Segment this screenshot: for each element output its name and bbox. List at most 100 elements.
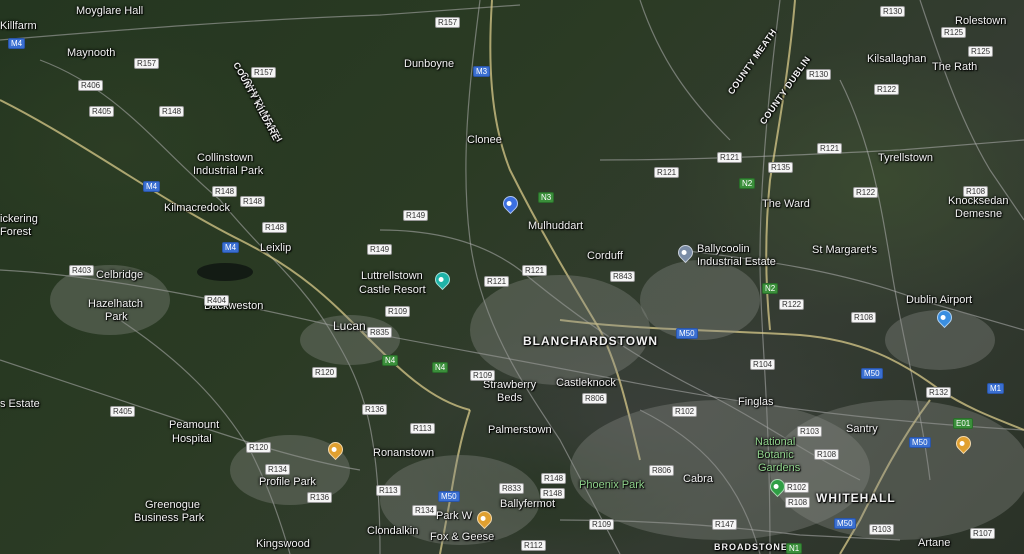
place-label: Kilmacredock — [164, 202, 231, 214]
place-label: Artane — [918, 537, 951, 549]
place-label: The Ward — [762, 198, 810, 210]
place-label: Corduff — [587, 250, 623, 262]
road-shield: N4 — [382, 355, 399, 366]
road-shield: M4 — [222, 242, 240, 253]
road-shield: R108 — [963, 186, 989, 197]
place-label: Rolestown — [955, 15, 1007, 27]
place-label: Peamount — [169, 419, 220, 431]
place-label: Clonee — [467, 134, 502, 146]
place-label: Phoenix Park — [579, 479, 645, 491]
road-shield: N2 — [762, 283, 779, 294]
road-shield: R843 — [610, 271, 636, 282]
road-shield: N4 — [432, 362, 449, 373]
place-label: Park W — [436, 510, 473, 522]
place-label: Dublin Airport — [906, 294, 973, 306]
road-shield: R130 — [806, 69, 832, 80]
place-label: Botanic — [757, 449, 794, 461]
road-shield: R806 — [582, 393, 608, 404]
place-label: Castleknock — [556, 377, 616, 389]
road-shield: R120 — [246, 442, 272, 453]
road-shield: R107 — [970, 528, 996, 539]
place-label: Collinstown — [197, 152, 254, 164]
road-shield: R102 — [784, 482, 810, 493]
road-shield: R120 — [312, 367, 338, 378]
place-label: Fox & Geese — [430, 531, 495, 543]
place-label: ickering — [0, 213, 38, 225]
road-shield: R148 — [240, 196, 266, 207]
road-shield: R403 — [69, 265, 95, 276]
place-label: St Margaret's — [812, 244, 878, 256]
place-label: Santry — [846, 423, 878, 435]
place-label: Ronanstown — [373, 447, 435, 459]
road-shield: R134 — [265, 464, 291, 475]
place-label: Tyrellstown — [878, 152, 934, 164]
road-shield: R103 — [869, 524, 895, 535]
place-label: Lucan — [333, 319, 366, 333]
road-shield: R108 — [785, 497, 811, 508]
road-shield: N3 — [538, 192, 555, 203]
road-shield: M50 — [834, 518, 856, 529]
road-shield: R108 — [851, 312, 877, 323]
road-shield: M50 — [438, 491, 460, 502]
road-shield: R104 — [750, 359, 776, 370]
road-shield: R122 — [779, 299, 805, 310]
place-label: Palmerstown — [488, 424, 552, 436]
place-label: Cabra — [683, 473, 713, 485]
road-shield: R148 — [262, 222, 288, 233]
road-shield: R112 — [521, 540, 546, 551]
place-label: The Rath — [932, 61, 978, 73]
road-shield: M4 — [8, 38, 26, 49]
road-shield: R125 — [968, 46, 994, 57]
road-shield: R108 — [814, 449, 840, 460]
road-shield: R121 — [484, 276, 510, 287]
road-shield: R806 — [649, 465, 675, 476]
road-shield: R148 — [212, 186, 238, 197]
place-label: Clondalkin — [367, 525, 419, 537]
road-shield: R404 — [204, 295, 230, 306]
road-shield: R122 — [853, 187, 879, 198]
road-shield: M3 — [473, 66, 491, 77]
place-label: s Estate — [0, 398, 40, 410]
place-label: Moyglare Hall — [76, 5, 144, 17]
road-shield: R102 — [672, 406, 698, 417]
place-label: Kingswood — [256, 538, 310, 550]
place-label: Leixlip — [260, 242, 292, 254]
place-label: Profile Park — [259, 476, 316, 488]
road-shield: R406 — [78, 80, 104, 91]
place-label: Business Park — [134, 512, 205, 524]
road-shield: M50 — [676, 328, 698, 339]
road-shield: R103 — [797, 426, 823, 437]
road-shield: R149 — [403, 210, 429, 221]
place-label: Demesne — [955, 208, 1003, 220]
road-shield: N2 — [739, 178, 756, 189]
road-shield: E01 — [953, 418, 974, 429]
road-shield: R134 — [412, 505, 438, 516]
place-label: Industrial Park — [193, 165, 264, 177]
road-shield: R136 — [307, 492, 333, 503]
place-label: Celbridge — [96, 269, 144, 281]
place-label: Hospital — [172, 433, 212, 445]
place-label: Mulhuddart — [528, 220, 584, 232]
road-shield: R113 — [376, 485, 401, 496]
place-label: BROADSTONE — [714, 542, 788, 552]
road-shield: R109 — [470, 370, 496, 381]
road-shield: M1 — [987, 383, 1005, 394]
place-label: Killfarm — [0, 20, 37, 32]
road-shield: M50 — [861, 368, 883, 379]
road-network — [0, 0, 1024, 554]
place-label: Finglas — [738, 396, 774, 408]
place-label: National — [755, 436, 796, 448]
road-shield: R147 — [712, 519, 738, 530]
road-shield: R135 — [768, 162, 794, 173]
place-label: Castle Resort — [359, 284, 426, 296]
place-label: Ballycoolin — [697, 243, 750, 255]
road-shield: M4 — [143, 181, 161, 192]
map-canvas[interactable]: Moyglare Hall Killfarm Maynooth Dunboyne… — [0, 0, 1024, 554]
place-label: Maynooth — [67, 47, 116, 59]
road-shield: R121 — [522, 265, 548, 276]
road-shield: R121 — [717, 152, 743, 163]
place-label: Forest — [0, 226, 32, 238]
road-shield: R157 — [134, 58, 160, 69]
road-shield: R130 — [880, 6, 906, 17]
road-shield: R157 — [251, 67, 277, 78]
